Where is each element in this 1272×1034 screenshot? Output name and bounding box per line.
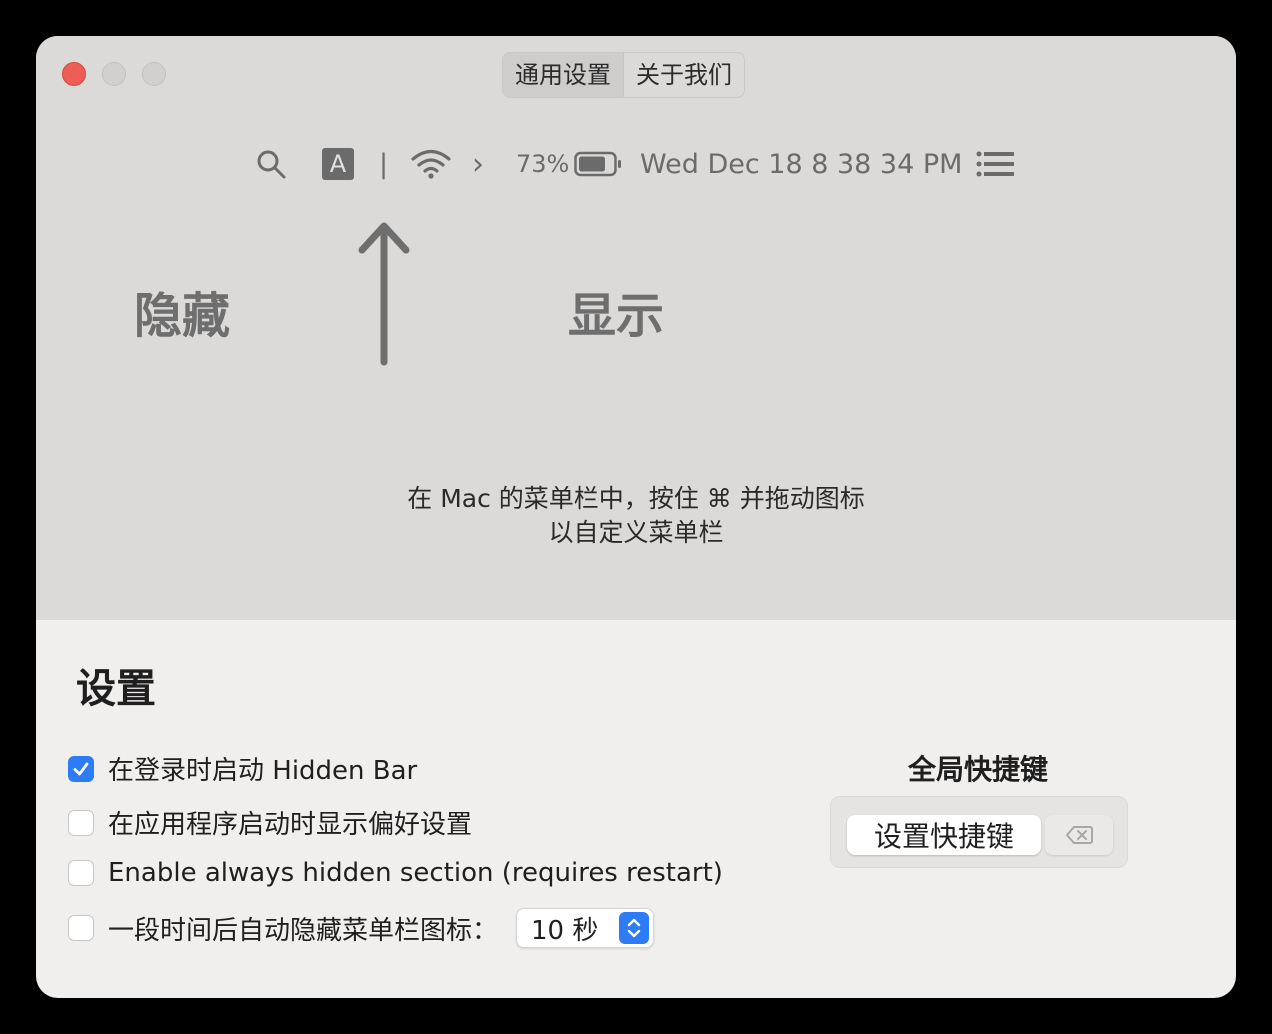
up-arrow-icon bbox=[358, 220, 412, 370]
menubar-datetime: Wed Dec 18 8 38 34 PM bbox=[640, 148, 963, 180]
preview-area: 通用设置 关于我们 A | › 73% Wed Dec 18 8 38 34 P… bbox=[36, 36, 1236, 620]
option-show-prefs-on-launch[interactable]: 在应用程序启动时显示偏好设置 bbox=[68, 804, 472, 841]
input-source-letter: A bbox=[322, 148, 354, 180]
preferences-window: 通用设置 关于我们 A | › 73% Wed Dec 18 8 38 34 P… bbox=[36, 36, 1236, 998]
menubar-preview: A | › 73% Wed Dec 18 8 38 34 PM bbox=[36, 136, 1236, 192]
option-auto-hide[interactable]: 一段时间后自动隐藏菜单栏图标： 10 秒 bbox=[68, 908, 655, 948]
launch-at-login-checkbox[interactable] bbox=[68, 755, 94, 782]
option-label: 在应用程序启动时显示偏好设置 bbox=[108, 810, 473, 840]
auto-hide-checkbox[interactable] bbox=[68, 915, 94, 941]
expand-chevron-icon: › bbox=[472, 146, 484, 182]
input-source-icon: A bbox=[322, 136, 354, 192]
checkmark-icon bbox=[73, 762, 89, 775]
option-launch-at-login[interactable]: 在登录时启动 Hidden Bar bbox=[68, 750, 417, 787]
zoom-window-button[interactable] bbox=[142, 62, 166, 86]
hidden-bar-separator: | bbox=[379, 148, 389, 180]
shortcut-recorder: 设置快捷键 bbox=[830, 796, 1128, 868]
battery-icon bbox=[574, 136, 622, 192]
hint-line-2: 以自定义菜单栏 bbox=[548, 518, 724, 547]
hide-label: 隐藏 bbox=[134, 288, 231, 344]
wifi-icon bbox=[410, 136, 452, 192]
option-label: 一段时间后自动隐藏菜单栏图标： bbox=[108, 915, 499, 946]
option-always-hidden-section[interactable]: Enable always hidden section (requires r… bbox=[68, 858, 723, 888]
set-shortcut-button[interactable]: 设置快捷键 bbox=[847, 815, 1041, 855]
clear-shortcut-button[interactable] bbox=[1045, 815, 1113, 855]
close-window-button[interactable] bbox=[62, 62, 86, 86]
auto-hide-delay-select[interactable]: 10 秒 bbox=[516, 908, 655, 948]
settings-title: 设置 bbox=[76, 666, 156, 712]
minimize-window-button[interactable] bbox=[102, 62, 126, 86]
always-hidden-checkbox[interactable] bbox=[68, 860, 94, 886]
tab-about[interactable]: 关于我们 bbox=[623, 53, 744, 97]
tab-general[interactable]: 通用设置 bbox=[503, 53, 623, 97]
tab-bar: 通用设置 关于我们 bbox=[502, 52, 745, 98]
option-label: 在登录时启动 Hidden Bar bbox=[108, 756, 418, 786]
option-label: Enable always hidden section (requires r… bbox=[108, 858, 723, 888]
global-shortcut-title: 全局快捷键 bbox=[908, 753, 1049, 786]
delete-left-icon bbox=[1066, 826, 1093, 844]
delay-value: 10 秒 bbox=[531, 915, 599, 946]
control-center-list-icon bbox=[976, 136, 1016, 192]
stepper-chevron-icon[interactable] bbox=[619, 912, 650, 944]
search-icon bbox=[256, 136, 286, 192]
battery-percent: 73% bbox=[516, 150, 570, 178]
show-label: 显示 bbox=[568, 288, 665, 344]
show-prefs-checkbox[interactable] bbox=[68, 809, 94, 836]
hint-line-1: 在 Mac 的菜单栏中，按住 ⌘ 并拖动图标 bbox=[407, 484, 865, 513]
